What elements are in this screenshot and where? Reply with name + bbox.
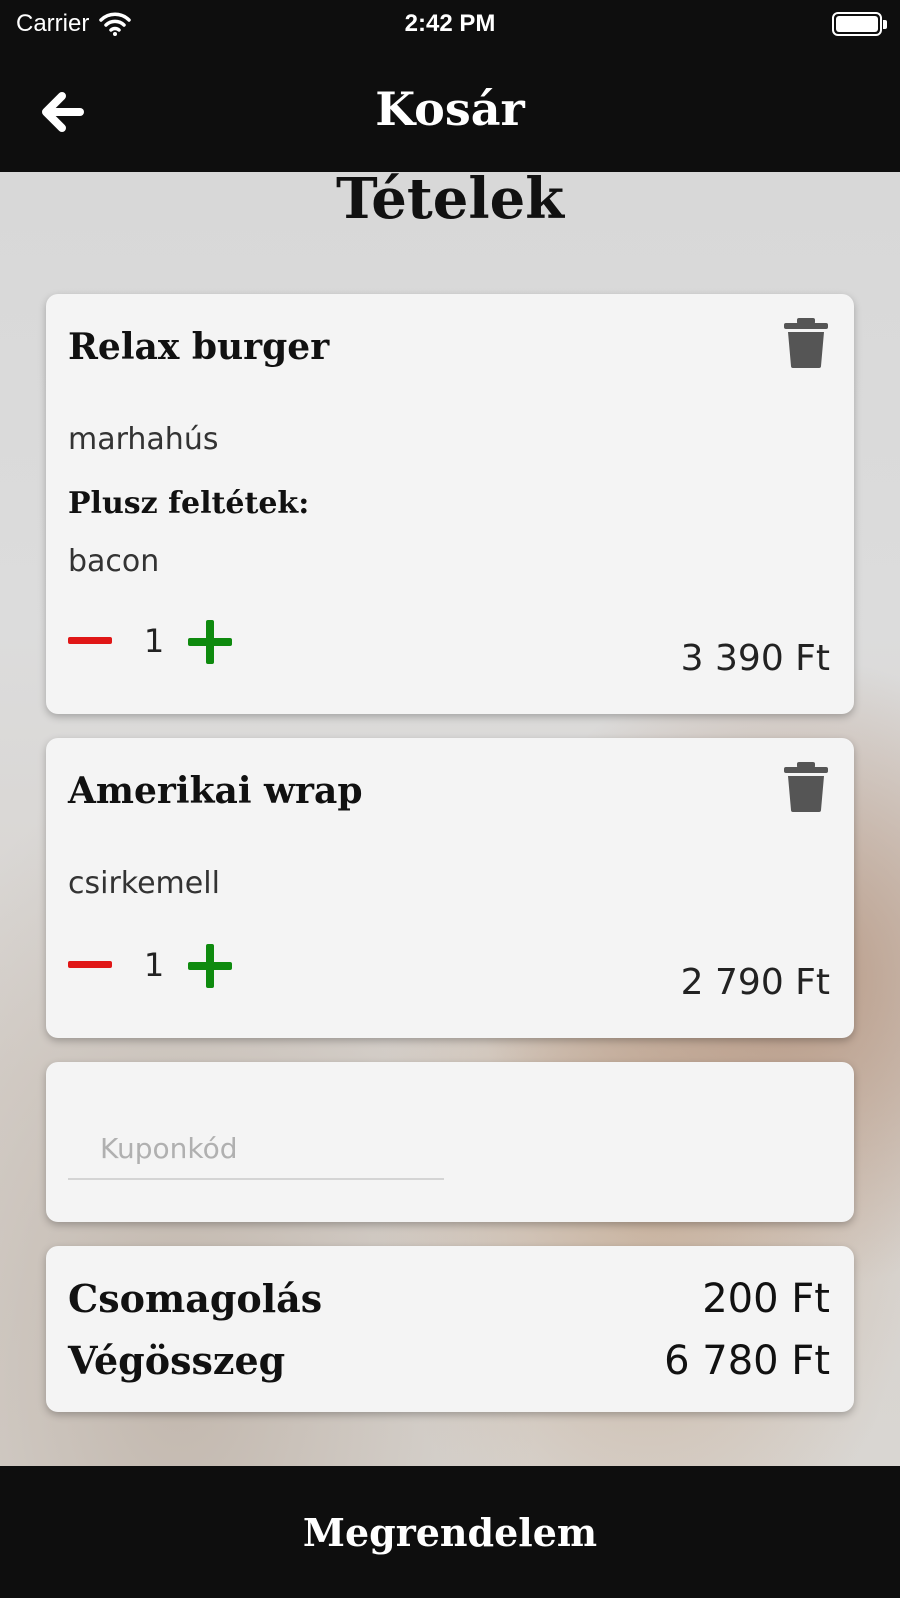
extras-label: Plusz feltétek: xyxy=(68,486,310,521)
decrease-quantity-button[interactable] xyxy=(68,950,112,980)
item-meat: marhahús xyxy=(68,422,219,457)
total-label: Végösszeg xyxy=(68,1338,286,1383)
increase-quantity-button[interactable] xyxy=(188,944,232,988)
delete-item-button[interactable] xyxy=(784,762,828,812)
packaging-value: 200 Ft xyxy=(702,1276,830,1322)
item-name: Amerikai wrap xyxy=(68,770,363,812)
summary-card: Csomagolás 200 Ft Végösszeg 6 780 Ft xyxy=(46,1246,854,1412)
trash-icon xyxy=(784,318,828,368)
total-value: 6 780 Ft xyxy=(664,1338,830,1384)
order-button[interactable]: Megrendelem xyxy=(0,1466,900,1598)
order-button-label: Megrendelem xyxy=(302,1509,598,1555)
extra-topping: bacon xyxy=(68,544,160,579)
nav-bar: Kosár xyxy=(0,48,900,172)
trash-icon xyxy=(784,762,828,812)
page-title: Kosár xyxy=(375,82,525,136)
coupon-input[interactable] xyxy=(68,1118,444,1180)
cart-content: Tételek Relax burger marhahús Plusz felt… xyxy=(0,172,900,1466)
quantity-value: 1 xyxy=(143,622,165,660)
decrease-quantity-button[interactable] xyxy=(68,626,112,656)
delete-item-button[interactable] xyxy=(784,318,828,368)
packaging-label: Csomagolás xyxy=(68,1276,323,1321)
status-time: 2:42 PM xyxy=(404,10,496,37)
item-price: 2 790 Ft xyxy=(680,962,830,1003)
battery-icon xyxy=(832,12,887,36)
coupon-card xyxy=(46,1062,854,1222)
cart-item-card: Amerikai wrap csirkemell 1 2 790 Ft xyxy=(46,738,854,1038)
item-price: 3 390 Ft xyxy=(680,638,830,679)
increase-quantity-button[interactable] xyxy=(188,620,232,664)
item-meat: csirkemell xyxy=(68,866,220,901)
status-bar: Carrier 2:42 PM xyxy=(0,0,900,48)
quantity-value: 1 xyxy=(143,946,165,984)
cart-item-card: Relax burger marhahús Plusz feltétek: ba… xyxy=(46,294,854,714)
section-title: Tételek xyxy=(335,172,565,232)
item-name: Relax burger xyxy=(68,326,330,368)
